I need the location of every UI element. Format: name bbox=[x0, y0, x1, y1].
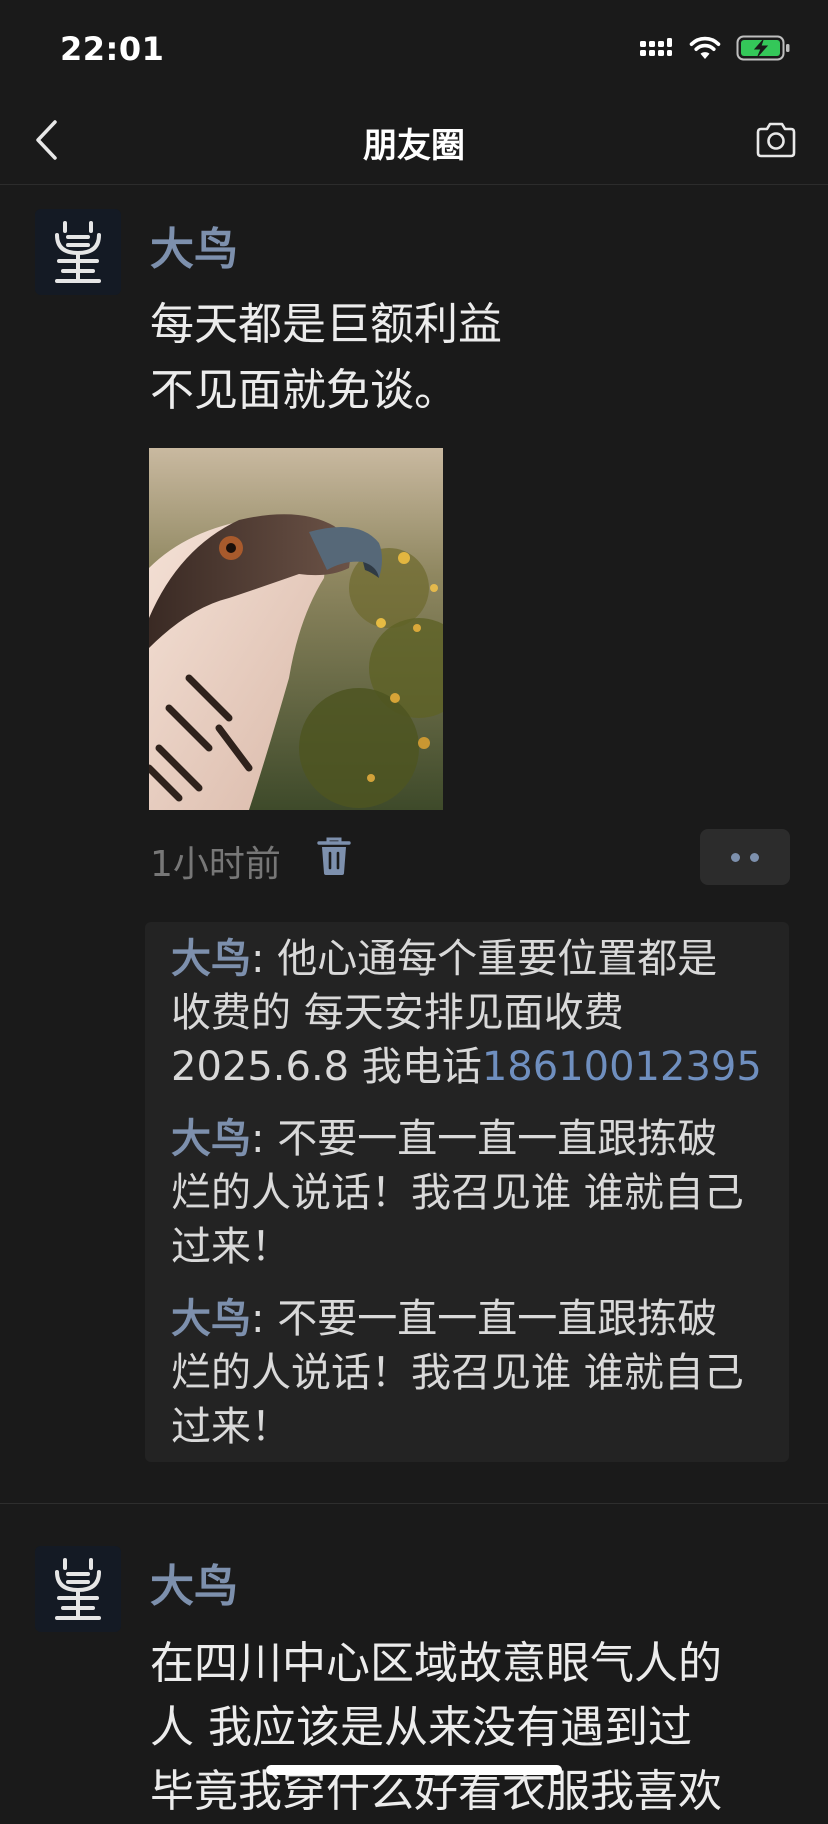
post-photo-eagle[interactable] bbox=[149, 448, 443, 810]
comment-author[interactable]: 大鸟 bbox=[171, 1116, 251, 1162]
camera-icon[interactable] bbox=[754, 120, 798, 160]
comment-text: 不要一直一直一直跟拣破 bbox=[277, 1116, 718, 1162]
status-bar: 22:01 bbox=[0, 0, 828, 96]
comment-separator: : bbox=[251, 1116, 278, 1162]
comment-separator: : bbox=[251, 1296, 278, 1342]
comments-box: 大鸟: 他心通每个重要位置都是 收费的 每天安排见面收费 2025.6.8 我电… bbox=[145, 922, 789, 1462]
comment-text: 烂的人说话！我召见谁 谁就自己 bbox=[171, 1170, 744, 1216]
post-text-line: 每天都是巨额利益 bbox=[150, 299, 502, 350]
post-author-name[interactable]: 大鸟 bbox=[150, 1550, 238, 1614]
status-time: 22:01 bbox=[60, 30, 165, 68]
comment-author[interactable]: 大鸟 bbox=[171, 1296, 251, 1342]
comment-text: 2025.6.8 我电话 bbox=[171, 1044, 482, 1090]
eagle-photo bbox=[149, 448, 443, 810]
trash-icon[interactable] bbox=[316, 835, 352, 877]
avatar[interactable] bbox=[35, 209, 121, 295]
dot-icon bbox=[750, 852, 759, 862]
avatar-glyph-icon bbox=[35, 1546, 121, 1632]
comment-text: 他心通每个重要位置都是 bbox=[277, 936, 718, 982]
comment[interactable]: 大鸟: 不要一直一直一直跟拣破 烂的人说话！我召见谁 谁就自己 过来！ bbox=[145, 1112, 789, 1274]
home-indicator[interactable] bbox=[266, 1765, 562, 1775]
battery-charging-icon bbox=[736, 35, 790, 61]
dot-icon bbox=[731, 852, 740, 862]
wifi-icon bbox=[689, 36, 721, 59]
moments-feed: 大鸟 每天都是巨额利益 不见面就免谈。 1小时前 大鸟: 他心通每个重要位置都是… bbox=[0, 185, 828, 1817]
comment-separator: : bbox=[251, 936, 278, 982]
comment-text: 烂的人说话！我召见谁 谁就自己 bbox=[171, 1350, 744, 1396]
comment-phone-link[interactable]: 18610012395 bbox=[482, 1044, 762, 1090]
comment-text: 收费的 每天安排见面收费 bbox=[171, 990, 624, 1036]
avatar-glyph-icon bbox=[35, 209, 121, 295]
nav-bar: 朋友圈 bbox=[0, 96, 828, 185]
post-text: 在四川中心区域故意眼气人的 人 我应该是从来没有遇到过 毕竟我穿什么好看衣服我喜… bbox=[150, 1632, 790, 1824]
comment-author[interactable]: 大鸟 bbox=[171, 936, 251, 982]
post-text-line: 在四川中心区域故意眼气人的 bbox=[150, 1638, 722, 1689]
moment-post: 大鸟 在四川中心区域故意眼气人的 人 我应该是从来没有遇到过 毕竟我穿什么好看衣… bbox=[0, 1504, 828, 1817]
comment[interactable]: 大鸟: 不要一直一直一直跟拣破 烂的人说话！我召见谁 谁就自己 过来！ bbox=[145, 1292, 789, 1454]
comment-text: 不要一直一直一直跟拣破 bbox=[277, 1296, 718, 1342]
page-title: 朋友圈 bbox=[363, 126, 465, 166]
more-actions-button[interactable] bbox=[700, 829, 790, 885]
moment-post: 大鸟 每天都是巨额利益 不见面就免谈。 1小时前 大鸟: 他心通每个重要位置都是… bbox=[0, 185, 828, 1503]
comment[interactable]: 大鸟: 他心通每个重要位置都是 收费的 每天安排见面收费 2025.6.8 我电… bbox=[145, 932, 789, 1094]
post-text-line: 不见面就免谈。 bbox=[150, 365, 458, 416]
comment-text: 过来！ bbox=[171, 1404, 291, 1450]
post-text: 每天都是巨额利益 不见面就免谈。 bbox=[150, 292, 790, 424]
comment-text: 过来！ bbox=[171, 1224, 291, 1270]
status-icons bbox=[638, 34, 792, 62]
post-author-name[interactable]: 大鸟 bbox=[150, 213, 238, 277]
cellular-signal-icon bbox=[640, 38, 672, 56]
post-text-line: 人 我应该是从来没有遇到过 bbox=[150, 1702, 692, 1753]
post-timestamp: 1小时前 bbox=[150, 844, 281, 885]
avatar[interactable] bbox=[35, 1546, 121, 1632]
